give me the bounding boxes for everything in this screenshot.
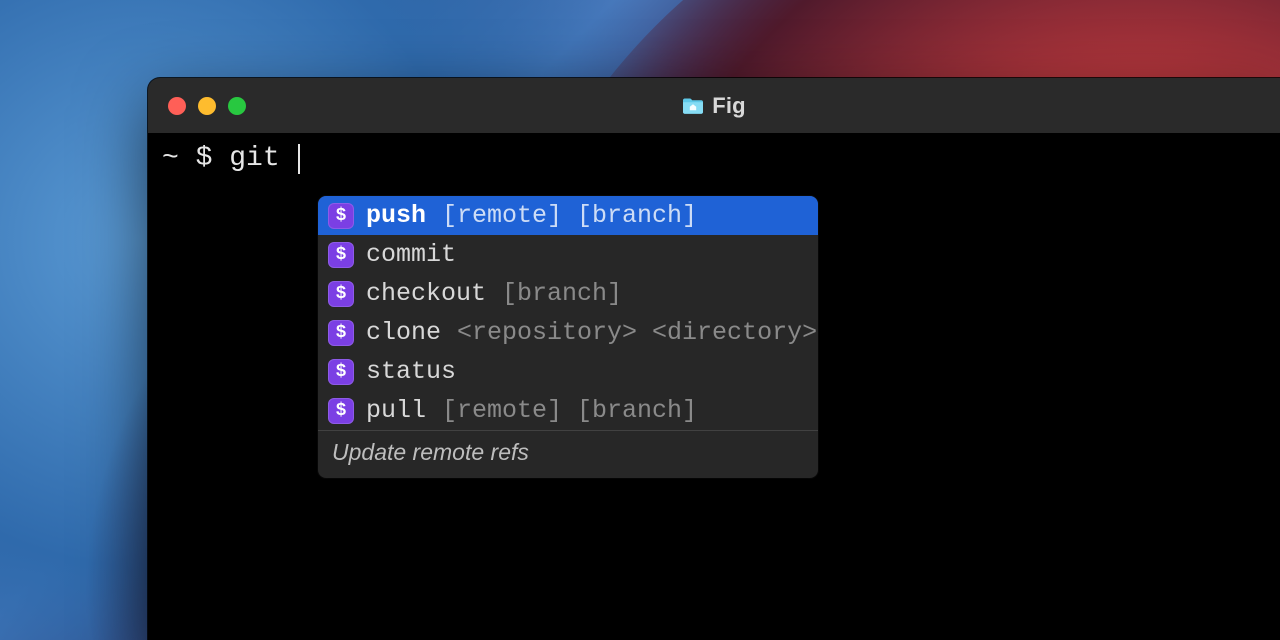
autocomplete-item-name: commit (366, 240, 456, 269)
autocomplete-item-args: <repository> <directory> (457, 318, 817, 347)
autocomplete-item-args: [remote] [branch] (442, 396, 697, 425)
autocomplete-item-name: push (366, 201, 426, 230)
subcommand-icon: $ (328, 203, 354, 229)
home-folder-icon (682, 97, 704, 115)
autocomplete-item-checkout[interactable]: $ checkout [branch] (318, 274, 818, 313)
close-button[interactable] (168, 97, 186, 115)
subcommand-icon: $ (328, 320, 354, 346)
autocomplete-item-name: status (366, 357, 456, 386)
terminal-body[interactable]: ~ $ git (148, 133, 1280, 184)
autocomplete-item-name: clone (366, 318, 441, 347)
subcommand-icon: $ (328, 359, 354, 385)
subcommand-icon: $ (328, 242, 354, 268)
autocomplete-item-pull[interactable]: $ pull [remote] [branch] (318, 391, 818, 430)
autocomplete-item-name: checkout (366, 279, 486, 308)
autocomplete-item-args: [branch] (502, 279, 622, 308)
autocomplete-item-status[interactable]: $ status (318, 352, 818, 391)
autocomplete-item-push[interactable]: $ push [remote] [branch] (318, 196, 818, 235)
prompt-line: ~ $ git (162, 143, 1266, 174)
autocomplete-item-clone[interactable]: $ clone <repository> <directory> (318, 313, 818, 352)
titlebar: Fig (148, 78, 1280, 133)
prompt-prefix: ~ $ (162, 143, 229, 174)
traffic-lights (168, 97, 246, 115)
autocomplete-popup: $ push [remote] [branch] $ commit $ checkout [b… (318, 196, 818, 478)
autocomplete-description: Update remote refs (318, 430, 818, 478)
autocomplete-item-name: pull (366, 396, 426, 425)
autocomplete-item-args: [remote] [branch] (442, 201, 697, 230)
minimize-button[interactable] (198, 97, 216, 115)
subcommand-icon: $ (328, 398, 354, 424)
text-cursor (298, 144, 300, 174)
autocomplete-item-commit[interactable]: $ commit (318, 235, 818, 274)
prompt-typed: git (229, 143, 296, 174)
zoom-button[interactable] (228, 97, 246, 115)
window-title: Fig (712, 93, 746, 119)
subcommand-icon: $ (328, 281, 354, 307)
